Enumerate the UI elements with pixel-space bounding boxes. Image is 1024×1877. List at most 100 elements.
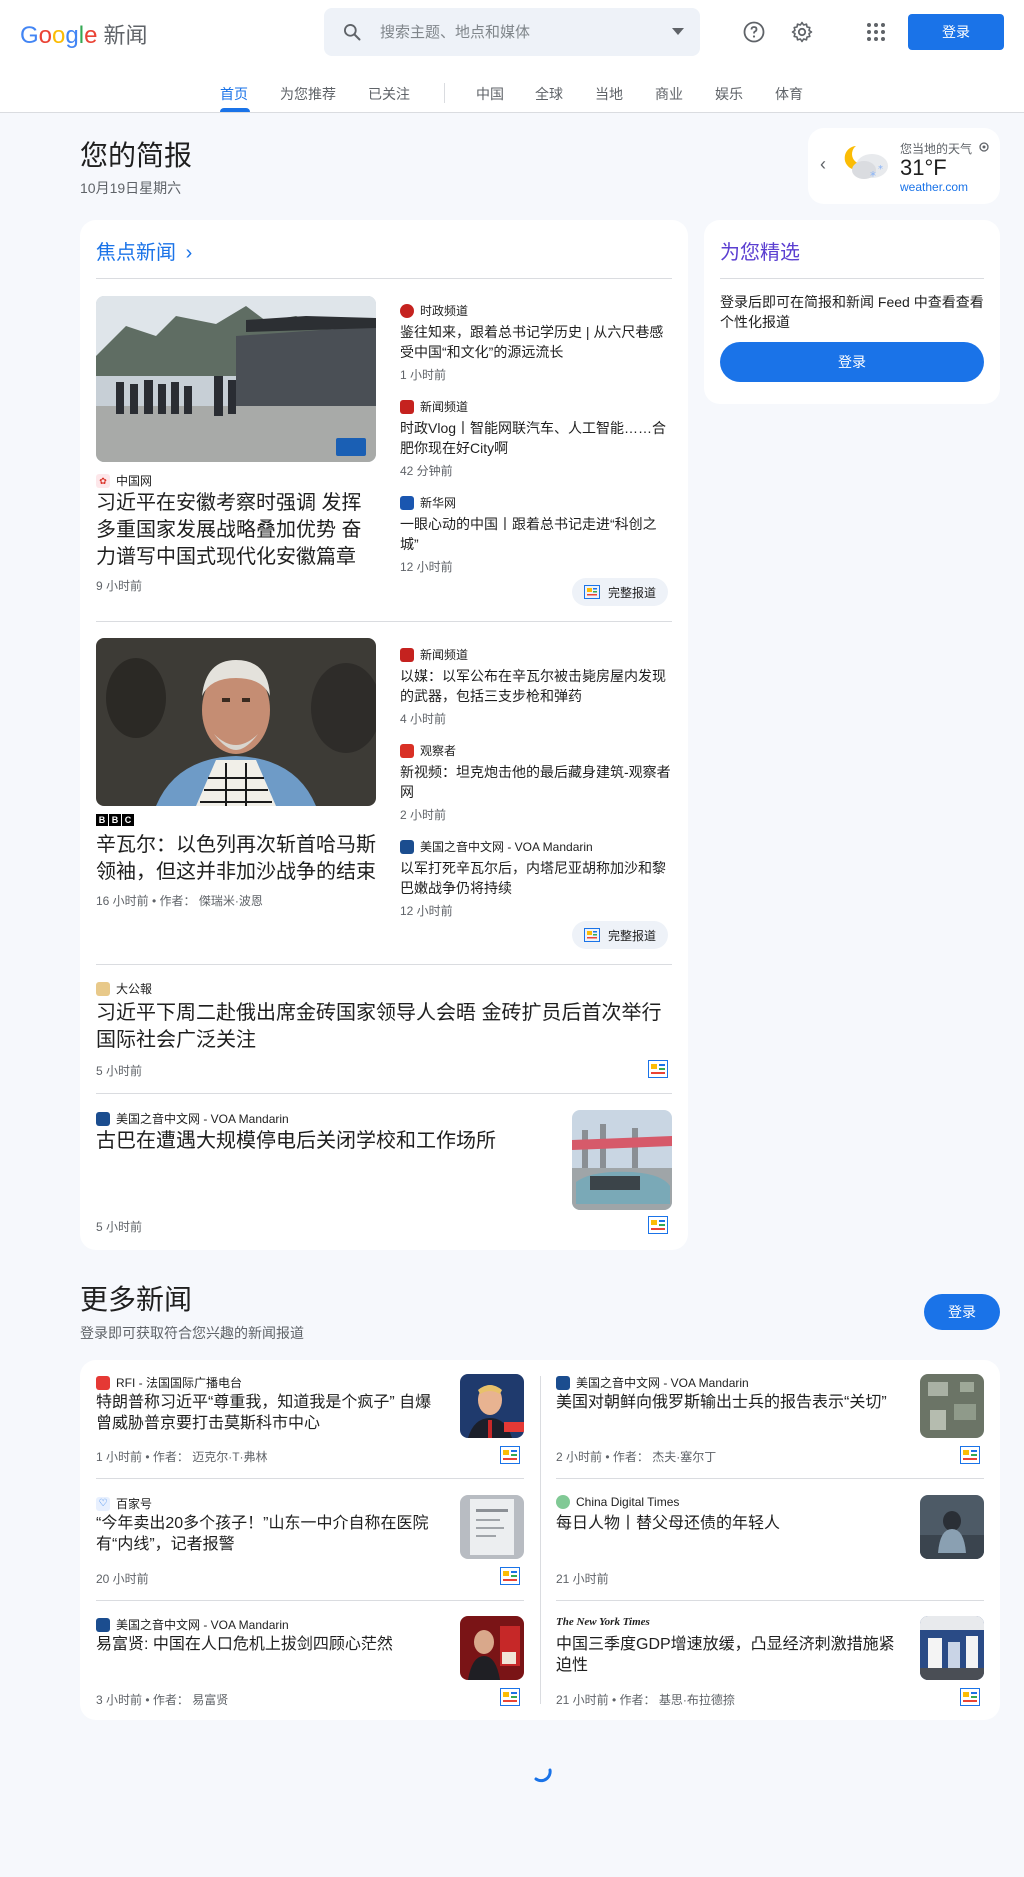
cctv-politics-logo-icon	[400, 303, 414, 318]
headline-side[interactable]: 一眼心动的中国丨跟着总书记走进“科创之城”	[400, 514, 672, 554]
loading-spinner-icon	[534, 1768, 552, 1783]
thumbnail-young-person[interactable]	[920, 1495, 984, 1559]
full-coverage-icon[interactable]	[960, 1688, 980, 1706]
section-nav: 首页 为您推荐 已关注 中国 全球 当地 商业 娱乐 体育	[0, 64, 1024, 113]
tab-following[interactable]: 已关注	[368, 84, 410, 104]
headline-side[interactable]: 时政Vlog丨智能网联汽车、人工智能……合肥你现在好City啊	[400, 418, 672, 458]
source-label[interactable]: 美国之音中文网 - VOA Mandarin	[96, 1616, 289, 1633]
story-image-cuba[interactable]	[572, 1110, 672, 1210]
apps-grid-icon[interactable]	[864, 20, 888, 44]
source-label[interactable]: China Digital Times	[556, 1495, 679, 1509]
thumbnail-yi-fuxian[interactable]	[460, 1616, 524, 1680]
source-label[interactable]: 美国之音中文网 - VOA Mandarin	[400, 838, 593, 855]
briefing-date: 10月19日星期六	[80, 180, 182, 196]
divider	[96, 1093, 672, 1094]
tab-for-you[interactable]: 为您推荐	[280, 84, 336, 104]
full-coverage-icon[interactable]	[500, 1688, 520, 1706]
top-stories-title[interactable]: 焦点新闻 ›	[96, 236, 192, 265]
tab-china[interactable]: 中国	[476, 84, 504, 104]
headline-story-3[interactable]: 习近平下周二赴俄出席金砖国家领导人会晤 金砖扩员后首次举行 国际社会广泛关注	[96, 1000, 672, 1054]
source-label[interactable]: 时政频道	[400, 302, 468, 319]
chevron-down-icon[interactable]	[656, 28, 700, 36]
full-coverage-icon	[584, 928, 600, 942]
source-label[interactable]: ✿ 中国网	[96, 472, 152, 489]
active-tab-indicator	[220, 108, 250, 112]
source-label[interactable]: 美国之音中文网 - VOA Mandarin	[96, 1110, 289, 1127]
tab-world[interactable]: 全球	[535, 84, 563, 104]
tab-local[interactable]: 当地	[595, 84, 623, 104]
headline-story-4[interactable]: 古巴在遭遇大规模停电后关闭学校和工作场所	[96, 1128, 536, 1155]
story-image-sinwar[interactable]	[96, 638, 376, 806]
picks-sign-in-button[interactable]: 登录	[720, 342, 984, 382]
full-coverage-icon[interactable]	[648, 1060, 668, 1078]
tab-sports[interactable]: 体育	[775, 84, 803, 104]
headline-main-1[interactable]: 习近平在安徽考察时强调 发挥多重国家发展战略叠加优势 奋力谱写中国式现代化安徽篇…	[96, 490, 378, 571]
more-headline[interactable]: 特朗普称习近平“尊重我，知道我是个疯子” 自爆曾威胁普京要打击莫斯科市中心	[96, 1392, 446, 1434]
voa-logo-icon	[400, 839, 414, 854]
guancha-logo-icon	[400, 743, 414, 758]
thumbnail-gdp[interactable]	[920, 1616, 984, 1680]
source-label[interactable]: RFI - 法国国际广播电台	[96, 1374, 242, 1391]
svg-text:*: *	[878, 164, 883, 175]
help-icon[interactable]	[742, 20, 766, 44]
voa-logo-icon	[556, 1375, 570, 1390]
more-news-sign-in-button[interactable]: 登录	[924, 1294, 1000, 1330]
nyt-logo-icon: The New York Times	[556, 1616, 650, 1628]
headline-side[interactable]: 鉴往知来，跟着总书记学历史 | 从六尺巷感受中国“和文化”的源远流长	[400, 322, 672, 362]
source-label[interactable]: 新华网	[400, 494, 456, 511]
headline-side[interactable]: 新视频：坦克炮击他的最后藏身建筑-观察者网	[400, 762, 672, 802]
more-headline[interactable]: 易富贤: 中国在人口危机上拔剑四顾心茫然	[96, 1634, 446, 1655]
timestamp: 4 小时前	[400, 712, 447, 726]
search-box[interactable]	[324, 8, 700, 56]
xinhua-logo-icon	[400, 495, 414, 510]
headline-main-2[interactable]: 辛瓦尔：以色列再次斩首哈马斯领袖，但这并非加沙战争的结束	[96, 832, 378, 886]
location-icon	[978, 140, 990, 152]
tab-entertainment[interactable]: 娱乐	[715, 84, 743, 104]
picks-title: 为您精选	[720, 242, 800, 264]
source-label[interactable]: 新闻频道	[400, 398, 468, 415]
tab-business[interactable]: 商业	[655, 84, 683, 104]
nav-divider	[444, 83, 445, 103]
more-headline[interactable]: 美国对朝鲜向俄罗斯输出士兵的报告表示“关切”	[556, 1392, 906, 1413]
timestamp-author: 1 小时前 • 作者： 迈克尔·T·弗林	[96, 1450, 268, 1464]
more-headline[interactable]: 每日人物丨替父母还债的年轻人	[556, 1513, 906, 1534]
thumbnail-document[interactable]	[460, 1495, 524, 1559]
source-label[interactable]: 观察者	[400, 742, 456, 759]
source-label[interactable]: ♡ 百家号	[96, 1495, 152, 1512]
voa-logo-icon	[96, 1111, 110, 1126]
source-label[interactable]: B B C	[96, 814, 140, 826]
full-coverage-icon[interactable]	[500, 1446, 520, 1464]
briefing-title: 您的简报	[80, 140, 193, 171]
google-news-logo[interactable]: Google 新闻	[20, 18, 147, 50]
picks-description: 登录后即可在简报和新闻 Feed 中查看查看个性化报道	[720, 294, 984, 330]
search-icon[interactable]	[324, 22, 380, 42]
full-coverage-icon[interactable]	[500, 1567, 520, 1585]
more-headline[interactable]: 中国三季度GDP增速放缓，凸显经济刺激措施紧迫性	[556, 1634, 906, 1676]
weather-widget[interactable]: ‹ * * 您当地的天气 31°F weather.com	[808, 128, 1000, 204]
more-headline[interactable]: “今年卖出20多个孩子！”山东一中介自称在医院有“内线”，记者报警	[96, 1513, 446, 1555]
timestamp: 1 小时前	[400, 368, 447, 382]
full-coverage-icon[interactable]	[648, 1216, 668, 1234]
full-coverage-button[interactable]: 完整报道	[572, 921, 669, 949]
full-coverage-button[interactable]: 完整报道	[572, 578, 669, 606]
tab-home[interactable]: 首页	[220, 84, 248, 104]
source-label[interactable]: 新闻频道	[400, 646, 468, 663]
chevron-left-icon[interactable]: ‹	[820, 154, 826, 175]
headline-side[interactable]: 以军打死辛瓦尔后，内塔尼亚胡称加沙和黎巴嫩战争仍将持续	[400, 858, 672, 898]
headline-side[interactable]: 以媒：以军公布在辛瓦尔被击毙房屋内发现的武器，包括三支步枪和弹药	[400, 666, 672, 706]
story-image-xi-anhui[interactable]	[96, 296, 376, 462]
thumbnail-trump[interactable]	[460, 1374, 524, 1438]
thumbnail-satellite[interactable]	[920, 1374, 984, 1438]
source-label[interactable]: The New York Times	[556, 1616, 650, 1628]
divider	[96, 1600, 524, 1601]
rfi-logo-icon	[96, 1375, 110, 1390]
search-input[interactable]	[380, 23, 656, 41]
full-coverage-icon[interactable]	[960, 1446, 980, 1464]
china-net-logo-icon: ✿	[96, 473, 110, 488]
sign-in-button[interactable]: 登录	[908, 14, 1004, 50]
source-label[interactable]: 大公報	[96, 980, 152, 997]
source-label[interactable]: 美国之音中文网 - VOA Mandarin	[556, 1374, 749, 1391]
settings-gear-icon[interactable]	[790, 20, 814, 44]
timestamp: 9 小时前	[96, 579, 143, 593]
weather-source-link[interactable]: weather.com	[900, 180, 968, 194]
